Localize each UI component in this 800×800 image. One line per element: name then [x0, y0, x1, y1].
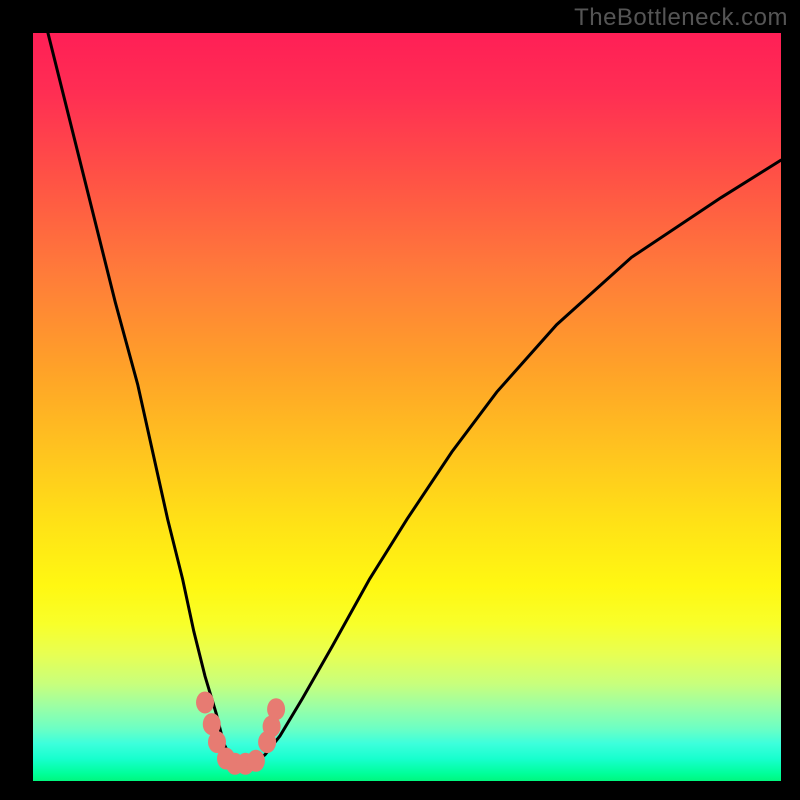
watermark-text: TheBottleneck.com [574, 4, 788, 32]
marker-right-cluster-upper [267, 698, 285, 720]
chart-frame: TheBottleneck.com [0, 0, 800, 800]
bottleneck-curve [48, 33, 781, 765]
marker-bottom-d [247, 750, 265, 772]
curve-layer [33, 33, 781, 781]
marker-group [196, 691, 285, 774]
plot-area [33, 33, 781, 781]
marker-left-cluster-upper [196, 691, 214, 713]
